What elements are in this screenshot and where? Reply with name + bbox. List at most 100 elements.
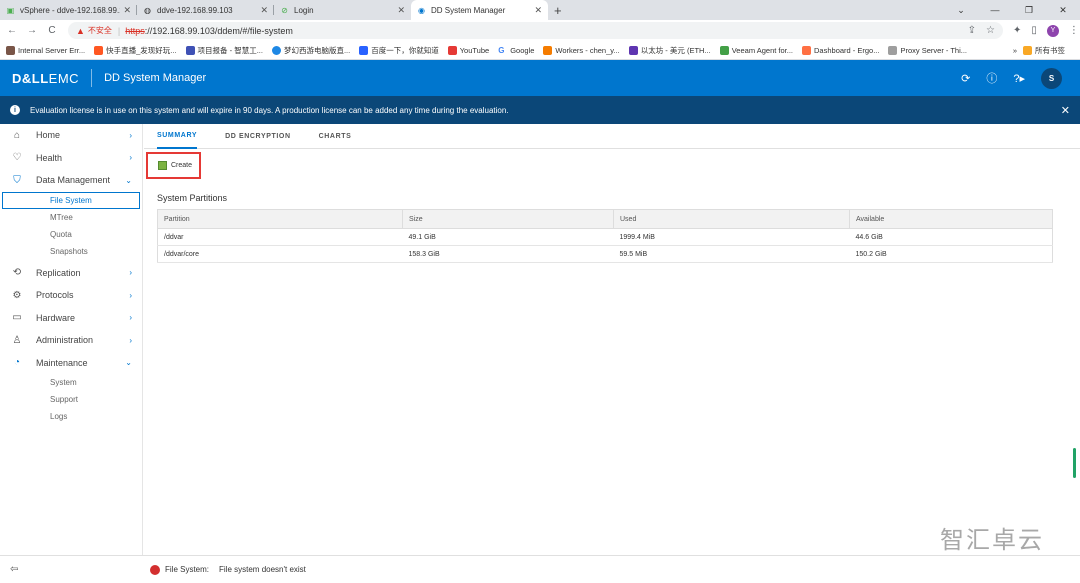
close-tab-icon[interactable]: ✕ <box>260 5 268 16</box>
column-header-used[interactable]: Used <box>613 209 850 229</box>
info-icon: i <box>10 105 20 115</box>
column-header-size[interactable]: Size <box>402 209 614 229</box>
heart-icon: ♡ <box>12 152 22 164</box>
cell-size: 158.3 GiB <box>402 245 614 263</box>
tab-charts[interactable]: CHARTS <box>319 124 352 149</box>
status-bar: ⇦ File System: File system doesn't exist <box>0 555 1080 583</box>
bookmark-google[interactable]: G Google <box>498 45 534 55</box>
sidebar-item-protocols[interactable]: ⚙ Protocols › <box>0 284 142 307</box>
status-label: File System: <box>165 565 210 574</box>
user-avatar[interactable]: S <box>1041 67 1062 89</box>
minimize-icon[interactable]: — <box>978 5 1012 15</box>
section-title: System Partitions <box>157 193 228 203</box>
collapse-sidebar-icon[interactable]: ⇦ <box>0 564 143 575</box>
close-tab-icon[interactable]: ✕ <box>123 5 131 16</box>
cell-used: 1999.4 MiB <box>613 228 850 246</box>
chevron-down-icon: ⌄ <box>125 175 132 185</box>
close-tab-icon[interactable]: ✕ <box>534 5 542 16</box>
close-window-icon[interactable]: ✕ <box>1046 5 1080 16</box>
info-icon[interactable]: ⓘ <box>986 70 997 86</box>
bookmark-item[interactable]: Workers - chen_y... <box>543 45 620 55</box>
star-icon[interactable]: ☆ <box>986 25 995 36</box>
sidebar-item-support[interactable]: Support <box>0 391 142 408</box>
url-input[interactable]: ▲ 不安全 | https ://192.168.99.103/ddem/#/f… <box>68 22 1003 39</box>
browser-tab-vsphere[interactable]: ▣ vSphere - ddve-192.168.99.10 ✕ <box>0 0 137 20</box>
table-header-row: Partition Size Used Available <box>157 209 1053 229</box>
cell-size: 49.1 GiB <box>402 228 614 246</box>
cell-partition: /ddvar <box>157 228 403 246</box>
help-icon[interactable]: ?▸ <box>1013 72 1025 85</box>
sidebar-item-system[interactable]: System <box>0 374 142 391</box>
bookmark-item[interactable]: Proxy Server - Thi... <box>888 45 967 55</box>
tab-search-icon[interactable]: ⌄ <box>944 5 978 16</box>
all-bookmarks-folder[interactable]: 所有书签 <box>1023 45 1065 56</box>
bookmark-youtube[interactable]: YouTube <box>447 45 489 55</box>
sidebar-item-maintenance[interactable]: ◔ Maintenance ⌄ <box>0 352 142 375</box>
sidebar-item-mtree[interactable]: MTree <box>0 209 142 226</box>
maintenance-icon: ◔ <box>13 357 21 369</box>
tab-title: vSphere - ddve-192.168.99.10 <box>20 5 121 15</box>
admin-icon: ♙ <box>12 334 22 346</box>
app-title: DD System Manager <box>104 72 207 84</box>
sidebar-item-file-system[interactable]: File System <box>2 191 140 209</box>
forward-icon[interactable]: → <box>24 25 40 36</box>
bookmark-item[interactable]: Veeam Agent for... <box>719 45 793 55</box>
bookmark-item[interactable]: Dashboard - Ergo... <box>802 45 879 55</box>
browser-tab-ddve[interactable]: ◍ ddve-192.168.99.103 ✕ <box>137 0 274 20</box>
extensions-icon[interactable]: ✦ <box>1013 25 1021 36</box>
sidebar-item-health[interactable]: ♡ Health › <box>0 147 142 170</box>
bookmark-item[interactable]: 梦幻西游电脑版直... <box>271 45 350 56</box>
tab-dd-encryption[interactable]: DD ENCRYPTION <box>225 124 291 149</box>
scrollbar-thumb[interactable] <box>1073 448 1076 478</box>
bookmark-item[interactable]: 项目报备 - 智慧工... <box>185 45 263 56</box>
tab-summary[interactable]: SUMMARY <box>157 124 198 149</box>
bookmark-item[interactable]: 快手直播_发现好玩... <box>94 45 177 56</box>
browser-tab-dd-system-manager[interactable]: ◉ DD System Manager ✕ <box>411 0 548 20</box>
sidebar-item-replication[interactable]: ⟲ Replication › <box>0 262 142 285</box>
share-icon[interactable]: ⇪ <box>968 25 976 36</box>
sidebar-item-logs[interactable]: Logs <box>0 408 142 425</box>
bookmark-item[interactable]: Internal Server Err... <box>6 45 85 55</box>
browser-tab-login[interactable]: ⊘ Login ✕ <box>274 0 411 20</box>
side-panel-icon[interactable]: ▯ <box>1031 25 1037 36</box>
profile-avatar[interactable]: Y <box>1046 24 1059 37</box>
dell-emc-logo: D&LLEMC <box>12 70 80 86</box>
chevron-right-icon: › <box>129 313 132 323</box>
refresh-icon[interactable]: ⟳ <box>961 72 970 85</box>
restore-icon[interactable]: ❐ <box>1012 5 1046 16</box>
close-banner-icon[interactable]: ✕ <box>1061 104 1070 117</box>
tab-title: DD System Manager <box>431 5 506 15</box>
app-header: D&LLEMC DD System Manager ⟳ ⓘ ?▸ S <box>0 60 1080 96</box>
bookmark-item[interactable]: 以太坊 - 美元 (ETH... <box>628 45 711 56</box>
bookmarks-bar: Internal Server Err... 快手直播_发现好玩... 项目报备… <box>0 41 1080 60</box>
back-icon[interactable]: ← <box>4 25 20 36</box>
protocols-icon: ⚙ <box>12 289 22 301</box>
create-button[interactable]: Create <box>146 152 201 179</box>
reload-icon[interactable]: C <box>44 25 60 36</box>
chevron-right-icon: › <box>129 268 132 278</box>
vsphere-favicon-icon: ▣ <box>6 5 15 15</box>
sidebar-item-snapshots[interactable]: Snapshots <box>0 243 142 260</box>
bookmarks-overflow-icon[interactable]: » <box>1013 46 1017 55</box>
sidebar-item-home[interactable]: ⌂ Home › <box>0 124 142 147</box>
sidebar-item-administration[interactable]: ♙ Administration › <box>0 329 142 352</box>
license-message: Evaluation license is in use on this sys… <box>30 105 509 115</box>
tab-title: ddve-192.168.99.103 <box>157 5 233 15</box>
bookmark-item[interactable]: 百度一下，你就知道 <box>359 45 439 56</box>
column-header-partition[interactable]: Partition <box>157 209 403 229</box>
close-tab-icon[interactable]: ✕ <box>397 5 405 16</box>
insecure-label: 不安全 <box>87 26 112 35</box>
menu-icon[interactable]: ⋮ <box>1069 25 1079 36</box>
sidebar-item-quota[interactable]: Quota <box>0 226 142 243</box>
system-partitions-table: Partition Size Used Available /ddvar 49.… <box>157 209 1053 263</box>
cell-partition: /ddvar/core <box>157 245 403 263</box>
column-header-available[interactable]: Available <box>849 209 1053 229</box>
new-tab-button[interactable]: + <box>554 3 562 18</box>
table-row[interactable]: /ddvar 49.1 GiB 1999.4 MiB 44.6 GiB <box>157 228 1053 246</box>
create-filesystem-icon <box>158 161 167 170</box>
sidebar-item-data-management[interactable]: ⛉ Data Management ⌄ <box>0 169 142 192</box>
url-scheme: https <box>125 25 145 36</box>
sidebar-item-hardware[interactable]: ▭ Hardware › <box>0 307 142 330</box>
sidebar: ⌂ Home › ♡ Health › ⛉ Data Management ⌄ … <box>0 124 143 555</box>
table-row[interactable]: /ddvar/core 158.3 GiB 59.5 MiB 150.2 GiB <box>157 245 1053 263</box>
